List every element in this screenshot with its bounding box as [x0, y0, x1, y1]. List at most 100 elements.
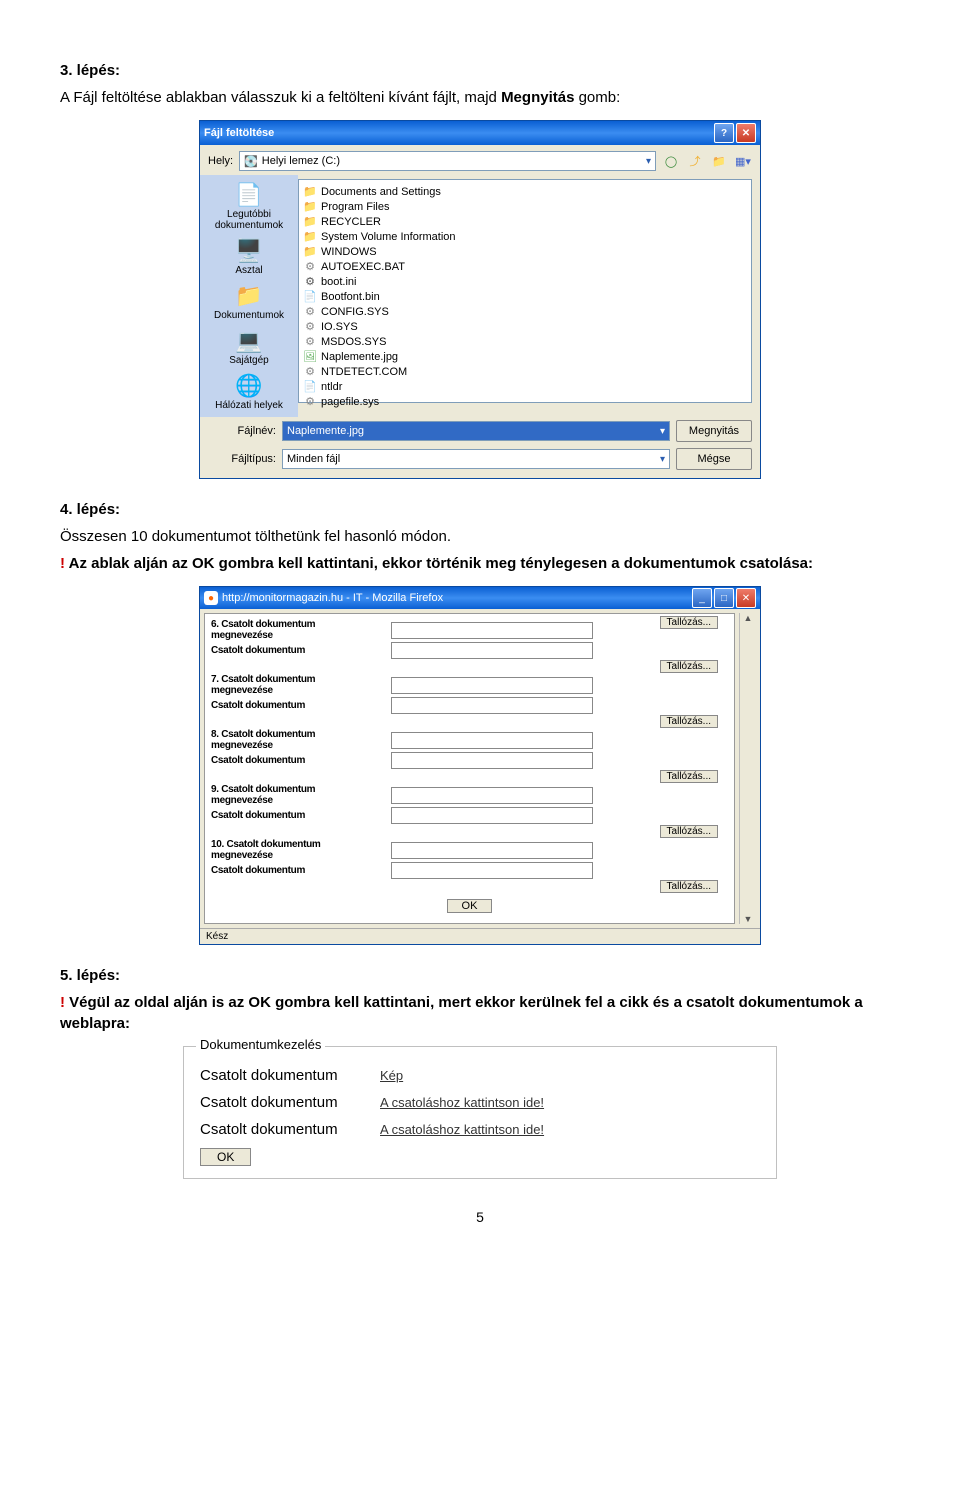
favicon-icon: ● — [204, 591, 218, 605]
browse-button[interactable]: Tallózás... — [660, 660, 718, 673]
t-b: Megnyitás — [501, 89, 574, 106]
form-row: 6. Csatolt dokumentummegnevezése — [211, 619, 728, 641]
text-input[interactable] — [391, 807, 593, 824]
filename-value: Naplemente.jpg — [287, 425, 364, 437]
text-input[interactable] — [391, 752, 593, 769]
browse-button[interactable]: Tallózás... — [660, 770, 718, 783]
list-item[interactable]: 📁System Volume Information — [303, 229, 747, 244]
browse-button[interactable]: Tallózás... — [660, 715, 718, 728]
row-label: 6. Csatolt dokumentummegnevezése — [211, 619, 391, 641]
t: Végül az oldal alján is az OK gombra kel… — [60, 994, 863, 1032]
newfolder-icon[interactable]: 📁 — [710, 152, 728, 170]
l: Asztal — [235, 265, 262, 276]
text-input[interactable] — [391, 732, 593, 749]
computer-icon: 💻 — [233, 327, 265, 355]
l: Legutóbbi dokumentumok — [204, 209, 294, 231]
location-label: Hely: — [208, 155, 233, 167]
list-item[interactable]: 📄ntldr — [303, 379, 747, 394]
titlebar: Fájl feltöltése ? ✕ — [200, 121, 760, 145]
ok-button[interactable]: OK — [200, 1148, 251, 1166]
row-link[interactable]: A csatoláshoz kattintson ide! — [380, 1122, 544, 1137]
l: Dokumentumok — [214, 310, 284, 321]
desktop-icon: 🖥️ — [233, 237, 265, 265]
list-item[interactable]: ⚙ AUTOEXEC.BAT — [303, 259, 747, 274]
documents-icon: 📁 — [233, 282, 265, 310]
maximize-icon[interactable]: □ — [714, 588, 734, 608]
form-row: Csatolt dokumentum — [211, 752, 728, 769]
places-bar: 📄Legutóbbi dokumentumok 🖥️Asztal 📁Dokume… — [200, 175, 298, 417]
scrollbar[interactable] — [739, 613, 756, 924]
form-row: Csatolt dokumentum — [211, 807, 728, 824]
firefox-window: ●http://monitormagazin.hu - IT - Mozilla… — [199, 586, 761, 945]
file-list[interactable]: 📁Documents and Settings📁Program Files📁RE… — [298, 179, 752, 403]
ok-button[interactable]: OK — [447, 899, 493, 913]
excl: ! — [60, 994, 69, 1011]
t: Az ablak alján az OK gombra kell kattint… — [69, 555, 813, 572]
places-computer[interactable]: 💻Sajátgép — [204, 325, 294, 368]
file-name: Documents and Settings — [321, 186, 441, 198]
list-item[interactable]: 📁WINDOWS — [303, 244, 747, 259]
browse-row: Tallózás... — [211, 880, 728, 893]
file-icon: ⚙ — [303, 320, 317, 334]
row-label: Csatolt dokumentum — [211, 810, 391, 821]
browse-button[interactable]: Tallózás... — [660, 825, 718, 838]
text-input[interactable] — [391, 677, 593, 694]
places-network[interactable]: 🌐Hálózati helyek — [204, 370, 294, 413]
file-name: RECYCLER — [321, 216, 381, 228]
row-link[interactable]: A csatoláshoz kattintson ide! — [380, 1095, 544, 1110]
file-icon: 📁 — [303, 185, 317, 199]
close-icon[interactable]: ✕ — [736, 123, 756, 143]
filetype-combo[interactable]: Minden fájl▾ — [282, 449, 670, 469]
file-icon: 📁 — [303, 230, 317, 244]
text-input[interactable] — [391, 622, 593, 639]
text-input[interactable] — [391, 842, 593, 859]
page-number: 5 — [60, 1209, 900, 1225]
file-icon: 📁 — [303, 215, 317, 229]
list-item[interactable]: ⚙CONFIG.SYS — [303, 304, 747, 319]
list-item[interactable]: ⚙NTDETECT.COM — [303, 364, 747, 379]
back-icon[interactable]: ◯ — [662, 152, 680, 170]
cancel-button[interactable]: Mégse — [676, 448, 752, 470]
open-button[interactable]: Megnyitás — [676, 420, 752, 442]
list-item[interactable]: ⚙boot.ini — [303, 274, 747, 289]
row-label: Csatolt dokumentum — [211, 645, 391, 656]
form-row: 9. Csatolt dokumentummegnevezése — [211, 784, 728, 806]
filename-input[interactable]: Naplemente.jpg▾ — [282, 421, 670, 441]
list-item[interactable]: 📁Program Files — [303, 199, 747, 214]
row-link[interactable]: Kép — [380, 1068, 403, 1083]
places-recent[interactable]: 📄Legutóbbi dokumentumok — [204, 179, 294, 233]
browse-button[interactable]: Tallózás... — [660, 616, 718, 629]
text-input[interactable] — [391, 697, 593, 714]
browse-button[interactable]: Tallózás... — [660, 880, 718, 893]
file-icon: 📄 — [303, 380, 317, 394]
views-icon[interactable]: ▦▾ — [734, 152, 752, 170]
browse-row: Tallózás... — [211, 770, 728, 783]
fieldset-legend: Dokumentumkezelés — [196, 1037, 325, 1052]
form-row: 7. Csatolt dokumentummegnevezése — [211, 674, 728, 696]
list-item[interactable]: ⚙pagefile.sys — [303, 394, 747, 409]
list-item[interactable]: 🖼Naplemente.jpg — [303, 349, 747, 364]
location-combo[interactable]: 💽Helyi lemez (C:) ▾ — [239, 151, 656, 171]
places-documents[interactable]: 📁Dokumentumok — [204, 280, 294, 323]
up-icon[interactable]: ⤴ — [686, 152, 704, 170]
text-input[interactable] — [391, 642, 593, 659]
list-item[interactable]: ⚙MSDOS.SYS — [303, 334, 747, 349]
step4-heading: 4. lépés: — [60, 499, 900, 520]
list-item[interactable]: ⚙ IO.SYS — [303, 319, 747, 334]
file-name: pagefile.sys — [321, 396, 379, 408]
list-item[interactable]: 📁 RECYCLER — [303, 214, 747, 229]
help-icon[interactable]: ? — [714, 123, 734, 143]
text-input[interactable] — [391, 787, 593, 804]
file-name: AUTOEXEC.BAT — [321, 261, 405, 273]
file-icon: ⚙ — [303, 260, 317, 274]
minimize-icon[interactable]: _ — [692, 588, 712, 608]
row-label: Csatolt dokumentum — [200, 1121, 380, 1138]
list-item[interactable]: 📁 Documents and Settings — [303, 184, 747, 199]
list-item[interactable]: 📄Bootfont.bin — [303, 289, 747, 304]
chevron-down-icon: ▾ — [646, 156, 651, 167]
places-desktop[interactable]: 🖥️Asztal — [204, 235, 294, 278]
close-icon[interactable]: ✕ — [736, 588, 756, 608]
recent-icon: 📄 — [233, 181, 265, 209]
text-input[interactable] — [391, 862, 593, 879]
file-name: IO.SYS — [321, 321, 358, 333]
